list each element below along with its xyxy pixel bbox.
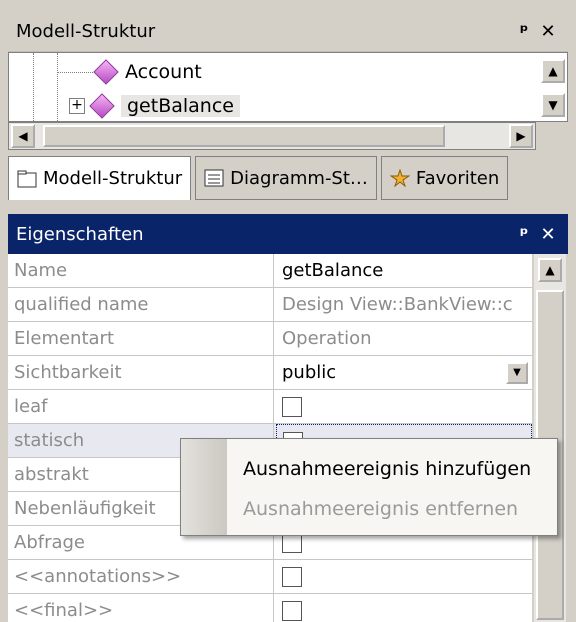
properties-titlebar: Eigenschaften ᵖ ✕	[8, 214, 568, 254]
visibility-select[interactable]: public ▼	[276, 356, 532, 390]
property-name: Elementart	[8, 322, 274, 356]
tab-favoriten[interactable]: Favoriten	[380, 156, 509, 200]
operation-diamond-icon	[93, 59, 119, 85]
context-menu: Ausnahmeereignis hinzufügen Ausnahmeerei…	[180, 438, 558, 536]
property-name: <<annotations>>	[8, 560, 274, 594]
panel-title: Modell-Struktur	[16, 21, 156, 42]
property-row[interactable]: leaf	[8, 390, 532, 424]
property-row[interactable]: <<annotations>>	[8, 560, 532, 594]
scroll-up-button[interactable]: ▲	[541, 59, 565, 83]
leaf-value	[276, 390, 532, 424]
final-value	[276, 594, 532, 622]
property-row[interactable]: Sichtbarkeit public ▼	[8, 356, 532, 390]
scroll-up-button[interactable]: ▲	[538, 258, 562, 282]
folder-icon	[17, 170, 37, 188]
menu-item-remove-exception: Ausnahmeereignis entfernen	[243, 498, 519, 520]
annotations-checkbox[interactable]	[282, 567, 302, 587]
tree-item-label: getBalance	[121, 95, 240, 117]
property-row[interactable]: qualified name Design View::BankView::c	[8, 288, 532, 322]
pin-icon[interactable]: ᵖ	[512, 224, 536, 245]
tab-label: Modell-Struktur	[43, 168, 183, 189]
scroll-left-button[interactable]: ◀	[11, 124, 35, 148]
scroll-down-button[interactable]: ▼	[541, 93, 565, 117]
property-name: Name	[8, 254, 274, 288]
tree-item-getbalance[interactable]: + getBalance	[69, 91, 240, 121]
property-name: Sichtbarkeit	[8, 356, 274, 390]
chevron-down-icon[interactable]: ▼	[506, 362, 528, 384]
tab-diagramm-struktur[interactable]: Diagramm-St…	[195, 156, 377, 200]
expand-plus-icon[interactable]: +	[69, 98, 85, 114]
property-row[interactable]: Name getBalance	[8, 254, 532, 288]
tab-label: Diagramm-St…	[230, 167, 368, 189]
property-name: <<final>>	[8, 594, 274, 622]
panel-title: Eigenschaften	[16, 223, 144, 245]
query-checkbox[interactable]	[282, 533, 302, 553]
property-name: leaf	[8, 390, 274, 424]
app-frame: Modell-Struktur ᵖ ✕ Account + getBalance…	[0, 0, 576, 622]
tree-item-label: Account	[125, 61, 202, 83]
tab-label: Favoriten	[415, 167, 500, 189]
panel-tabs: Modell-Struktur Diagramm-St… Favoriten	[8, 156, 568, 204]
scroll-right-button[interactable]: ▶	[509, 124, 533, 148]
menu-icon-strip	[181, 439, 227, 535]
diagram-tree-icon	[204, 169, 224, 187]
model-structure-titlebar: Modell-Struktur ᵖ ✕	[8, 12, 568, 52]
property-row[interactable]: Elementart Operation	[8, 322, 532, 356]
annotations-value	[276, 560, 532, 594]
final-checkbox[interactable]	[282, 601, 302, 621]
property-value: Operation	[282, 328, 372, 349]
property-row[interactable]: <<final>>	[8, 594, 532, 622]
pin-icon[interactable]: ᵖ	[512, 21, 536, 42]
favorites-star-icon	[389, 168, 411, 188]
leaf-checkbox[interactable]	[282, 397, 302, 417]
operation-diamond-icon	[89, 93, 115, 119]
property-value[interactable]: getBalance	[276, 254, 532, 288]
property-value: Design View::BankView::c	[282, 294, 513, 315]
select-value: public	[282, 362, 337, 383]
property-name: qualified name	[8, 288, 274, 322]
menu-item-add-exception[interactable]: Ausnahmeereignis hinzufügen	[243, 451, 531, 487]
horizontal-scrollbar[interactable]: ◀ ▶	[8, 122, 536, 150]
close-icon[interactable]: ✕	[536, 224, 560, 245]
model-tree: Account + getBalance ▲ ▼	[8, 52, 568, 122]
tab-modell-struktur[interactable]: Modell-Struktur	[8, 156, 192, 200]
close-icon[interactable]: ✕	[536, 21, 560, 42]
scroll-thumb[interactable]	[43, 125, 445, 147]
tree-item-account[interactable]: Account	[93, 57, 202, 87]
